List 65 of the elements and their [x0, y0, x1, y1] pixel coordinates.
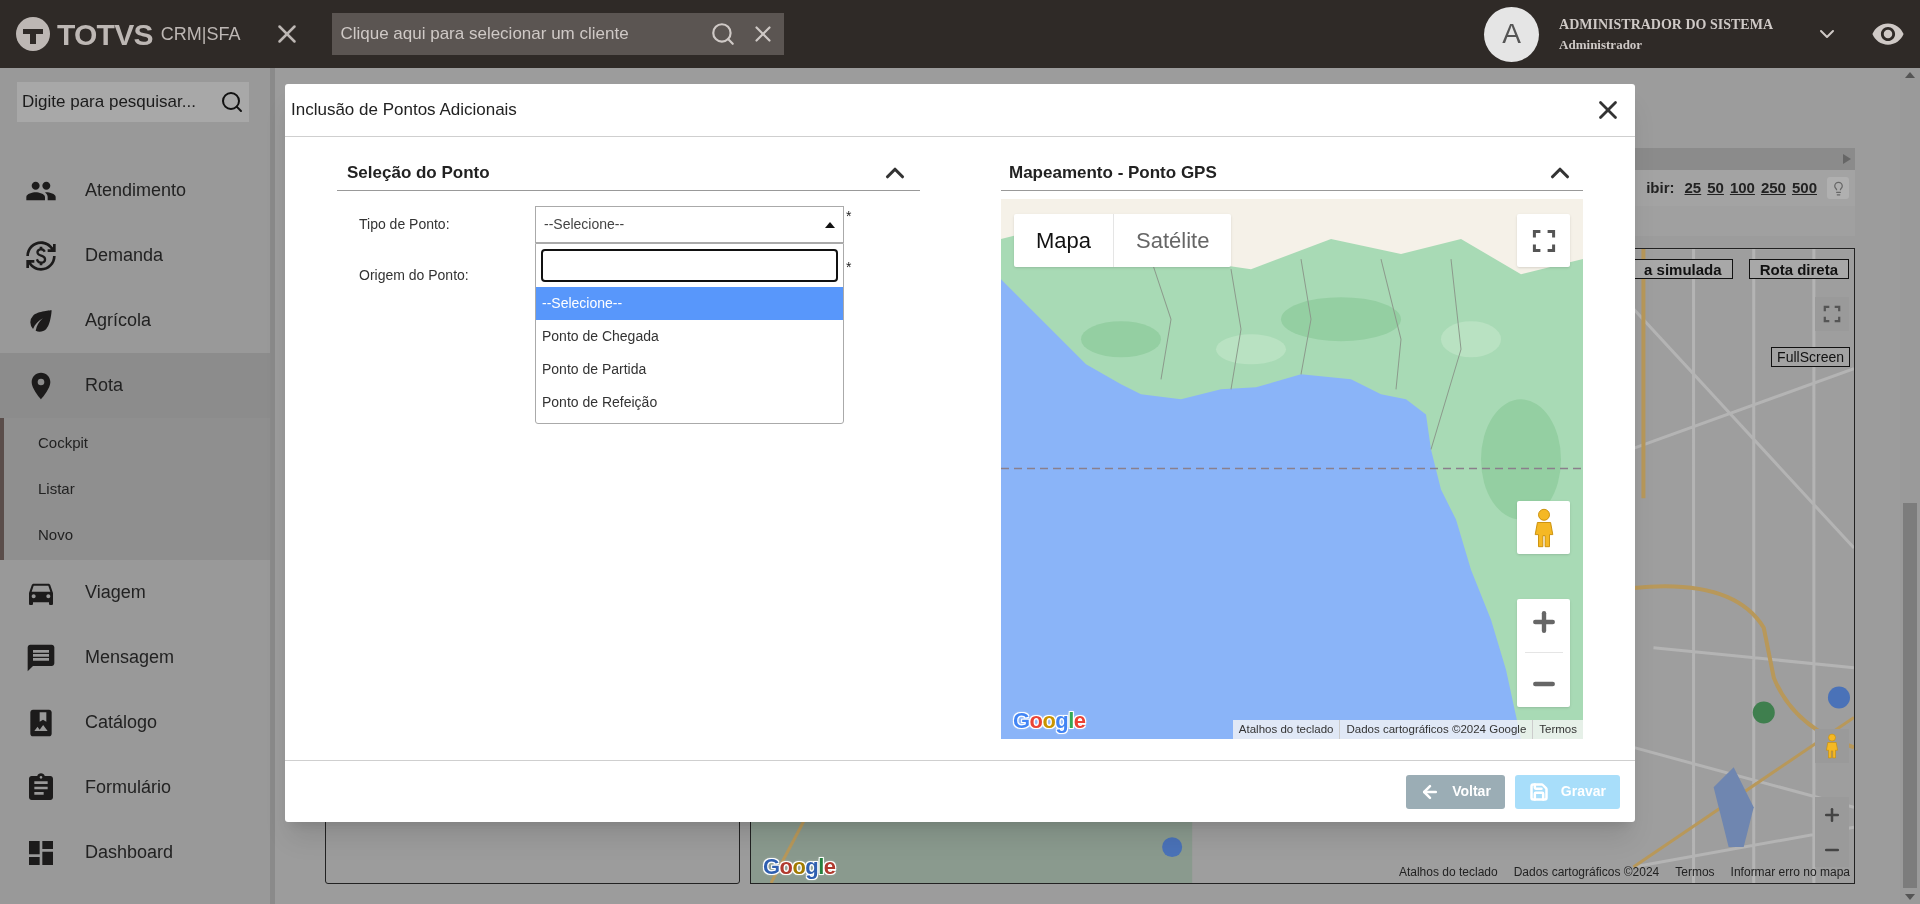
sidebar-label: Atendimento: [85, 179, 187, 202]
field-label: Tipo de Ponto:: [359, 215, 451, 234]
user-role: Administrador: [1559, 35, 1644, 54]
map-footer-link[interactable]: Informar erro no mapa: [1730, 863, 1850, 881]
google-logo: Google: [763, 854, 836, 879]
sidebar-item[interactable]: Agrícola: [0, 288, 270, 353]
logo-icon: [15, 16, 51, 52]
map-footer-link[interactable]: Atalhos do teclado: [1398, 863, 1498, 881]
required-mark: *: [846, 207, 852, 226]
client-search-field[interactable]: Clique aqui para selecionar um cliente: [332, 13, 785, 55]
sidebar-item[interactable]: Dashboard: [0, 820, 270, 885]
sidebar-item[interactable]: Mensagem: [0, 625, 270, 690]
page-size-link[interactable]: 50: [1707, 176, 1724, 200]
sidebar-item[interactable]: Atendimento: [0, 158, 270, 223]
required-mark: *: [846, 258, 852, 277]
sidebar-item[interactable]: Catálogo: [0, 690, 270, 755]
sidebar-item[interactable]: Demanda: [0, 223, 270, 288]
brand-logo: TOTVS: [57, 16, 153, 53]
sidebar-search-field[interactable]: Digite para pesquisar...: [17, 82, 249, 122]
sidebar-item[interactable]: Formulário: [0, 755, 270, 820]
dropdown-option[interactable]: Ponto de Chegada: [536, 320, 843, 353]
submenu-item[interactable]: Listar: [4, 466, 270, 512]
map-footer-link[interactable]: Dados cartográficos ©2024: [1513, 863, 1660, 881]
submenu-item[interactable]: Cockpit: [4, 420, 270, 466]
section-title: Seleção do Ponto: [347, 161, 490, 184]
page-size-link[interactable]: 25: [1684, 176, 1702, 200]
dropdown-option[interactable]: Ponto de Refeição: [536, 386, 843, 419]
dropdown-option[interactable]: Ponto de Partida: [536, 353, 843, 386]
sidebar-label: Dashboard: [85, 841, 174, 864]
sidebar-item[interactable]: Rota: [0, 353, 270, 418]
search-icon[interactable]: [220, 90, 244, 114]
route-button[interactable]: a simulada: [1633, 259, 1733, 279]
user-name: ADMINISTRADOR DO SISTEMA: [1559, 15, 1773, 34]
sidebar-item[interactable]: Viagem: [0, 560, 270, 625]
page-size-link[interactable]: 500: [1791, 176, 1817, 200]
section-title: Mapeamento - Ponto GPS: [1009, 161, 1217, 184]
scroll-down-icon[interactable]: [1905, 894, 1915, 900]
fullscreen-label-button[interactable]: FullScreen: [1771, 347, 1850, 367]
sidebar-label: Rota: [85, 374, 124, 397]
sidebar-label: Catálogo: [85, 711, 158, 734]
user-avatar[interactable]: A: [1484, 6, 1540, 62]
sidebar-label: Agrícola: [85, 309, 152, 332]
dropdown-search-field[interactable]: [541, 249, 838, 282]
page-size-link[interactable]: 100: [1729, 176, 1755, 200]
sidebar-label: Demanda: [85, 244, 164, 267]
page-size-label: ibir:: [1646, 177, 1675, 198]
submenu-item[interactable]: Novo: [4, 512, 270, 558]
map-footer-link[interactable]: Termos: [1675, 863, 1715, 881]
route-button[interactable]: Rota direta: [1748, 259, 1849, 279]
sidebar-label: Mensagem: [85, 646, 175, 669]
fullscreen-icon: [1823, 305, 1841, 323]
scrollbar-thumb[interactable]: [1903, 503, 1917, 888]
modal-title: Inclusão de Pontos Adicionais: [291, 99, 517, 122]
page-size-link[interactable]: 250: [1760, 176, 1786, 200]
sidebar-label: Formulário: [85, 776, 172, 799]
caret-up-icon: [825, 221, 835, 228]
dollar-cycle-icon: [25, 239, 57, 272]
sidebar-label: Viagem: [85, 581, 146, 604]
scroll-up-icon[interactable]: [1905, 72, 1915, 78]
field-label: Origem do Ponto:: [359, 266, 470, 285]
lightbulb-button[interactable]: [1827, 177, 1849, 199]
search-icon[interactable]: [710, 21, 737, 47]
product-name: CRM|SFA: [160, 22, 241, 46]
select-field[interactable]: --Selecione--: [535, 206, 844, 243]
pegman-icon: [1825, 733, 1839, 759]
